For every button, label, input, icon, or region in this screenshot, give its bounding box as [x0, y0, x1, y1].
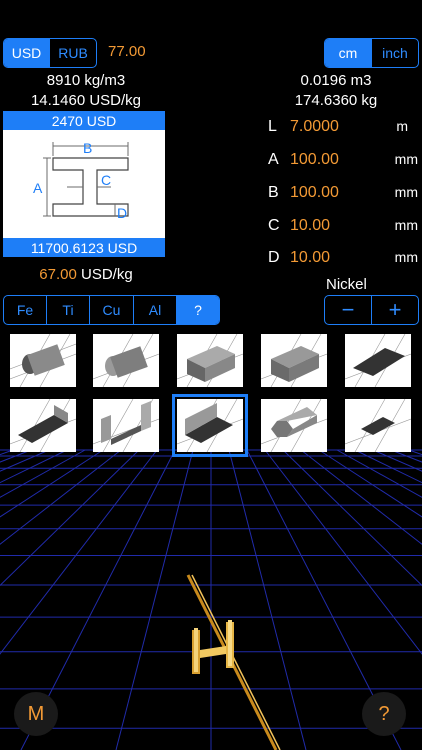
dimension-unit: mm	[394, 151, 418, 167]
dimension-unit: mm	[394, 249, 418, 265]
help-button[interactable]: ?	[362, 692, 406, 736]
unit-price-value[interactable]: 67.00	[39, 266, 77, 283]
dimension-label: A	[268, 151, 279, 168]
dimension-value[interactable]: 10.00	[290, 249, 330, 267]
diagram-label-c: C	[101, 172, 111, 188]
profile-channel[interactable]	[93, 399, 159, 452]
material-ti[interactable]: Ti	[46, 296, 89, 324]
hex-bar-icon	[261, 399, 327, 452]
unit-price-row[interactable]: 67.00 USD/kg	[0, 266, 172, 283]
diagram-label-d: D	[117, 205, 127, 221]
channel-icon	[93, 399, 159, 452]
stepper-minus-button[interactable]: −	[325, 296, 371, 324]
material-fe[interactable]: Fe	[4, 296, 46, 324]
dimension-unit: mm	[394, 184, 418, 200]
dimension-row-b[interactable]: B 100.00 mm	[268, 184, 418, 204]
dimension-row-a[interactable]: A 100.00 mm	[268, 151, 418, 171]
material-al[interactable]: Al	[133, 296, 176, 324]
dimension-value[interactable]: 100.00	[290, 151, 339, 169]
i-beam-diagram: B A C D	[33, 140, 129, 221]
units-inch[interactable]: inch	[371, 39, 418, 67]
material-custom[interactable]: ?	[176, 296, 219, 324]
dimension-value[interactable]: 100.00	[290, 184, 339, 202]
profile-plate[interactable]	[345, 334, 411, 387]
menu-button[interactable]: M	[14, 692, 58, 736]
h-beam-3d	[192, 620, 234, 674]
diagram-label-b: B	[83, 140, 92, 156]
price-per-kg: 14.1460 USD/kg	[30, 92, 142, 109]
diagram-label-a: A	[33, 180, 43, 196]
dimension-value[interactable]: 10.00	[290, 217, 330, 235]
material-name: Nickel	[326, 276, 367, 293]
profile-square-bar[interactable]	[261, 334, 327, 387]
round-bar-icon	[93, 334, 159, 387]
dimension-row-d[interactable]: D 10.00 mm	[268, 249, 418, 269]
profile-square-tube[interactable]	[177, 334, 243, 387]
units-selector[interactable]: cm inch	[324, 38, 419, 68]
stepper-plus-button[interactable]: +	[371, 296, 418, 324]
material-selector[interactable]: Fe Ti Cu Al ?	[3, 295, 220, 325]
profile-card: 2470 USD B A C D 11700.6123 USD	[3, 111, 165, 257]
material-cu[interactable]: Cu	[89, 296, 133, 324]
profile-i-beam[interactable]	[172, 394, 248, 457]
profile-sheet[interactable]	[345, 399, 411, 452]
square-tube-icon	[177, 334, 243, 387]
material-stepper[interactable]: − +	[324, 295, 419, 325]
i-beam-icon	[177, 399, 243, 452]
dimension-label: B	[268, 184, 279, 201]
dimension-value[interactable]: 7.0000	[290, 118, 339, 136]
currency-rub[interactable]: RUB	[49, 39, 96, 67]
unit-price-unit: USD/kg	[81, 266, 133, 283]
volume: 0.0196 m3	[300, 72, 372, 89]
dimension-unit: m	[396, 118, 408, 134]
angle-icon	[10, 399, 76, 452]
dimension-unit: mm	[394, 217, 418, 233]
currency-usd[interactable]: USD	[4, 39, 49, 67]
total-price: 11700.6123 USD	[3, 238, 165, 257]
dimension-label: L	[268, 118, 277, 135]
plate-icon	[345, 334, 411, 387]
sheet-icon	[345, 399, 411, 452]
weight: 174.6360 kg	[294, 92, 378, 109]
dimension-label: D	[268, 249, 280, 266]
dimension-row-l[interactable]: L 7.0000 m	[268, 118, 418, 138]
profile-hex-bar[interactable]	[261, 399, 327, 452]
exchange-rate[interactable]: 77.00	[108, 43, 146, 60]
item-price: 2470 USD	[3, 111, 165, 130]
density: 8910 kg/m3	[46, 72, 126, 89]
units-cm[interactable]: cm	[325, 39, 371, 67]
currency-selector[interactable]: USD RUB	[3, 38, 97, 68]
profile-round-bar[interactable]	[93, 334, 159, 387]
profile-angle[interactable]	[10, 399, 76, 452]
profile-round-tube[interactable]	[10, 334, 76, 387]
square-bar-icon	[261, 334, 327, 387]
round-tube-icon	[10, 334, 76, 387]
dimension-row-c[interactable]: C 10.00 mm	[268, 217, 418, 237]
dimension-label: C	[268, 217, 280, 234]
